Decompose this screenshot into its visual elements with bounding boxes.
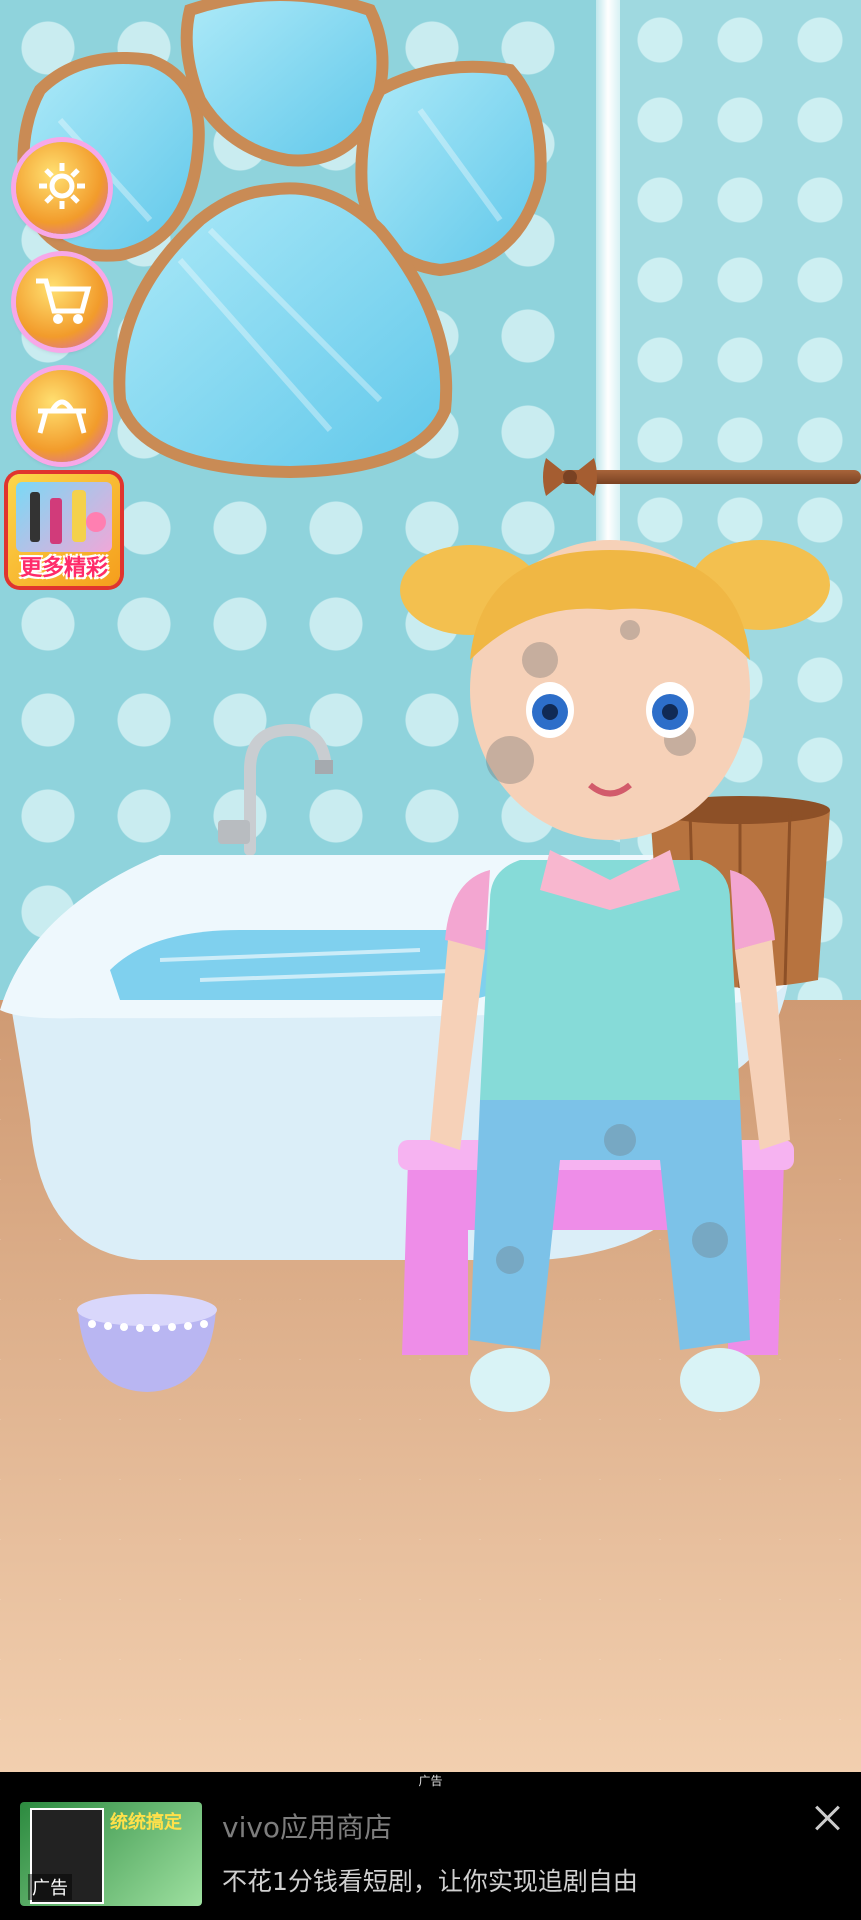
close-icon[interactable] [808, 1798, 848, 1838]
more-games-button[interactable]: 更多精彩 [8, 474, 120, 586]
rod-bow-ornament [540, 452, 600, 502]
faucet[interactable] [210, 710, 340, 860]
more-games-label: 更多精彩 [19, 556, 108, 581]
gear-icon [35, 159, 89, 217]
ad-title[interactable]: vivo应用商店 [222, 1806, 392, 1846]
table-icon [32, 389, 92, 443]
settings-button[interactable] [16, 142, 108, 234]
cart-icon [32, 273, 92, 331]
changing-table-button[interactable] [16, 370, 108, 462]
ad-tag: 广告 [418, 1774, 443, 1788]
banner-ad[interactable]: 广告 统统搞定 广告 vivo应用商店 不花1分钱看短剧，让你实现追剧自由 [0, 1772, 861, 1920]
dirty-baby-girl[interactable] [390, 540, 830, 1440]
ad-thumbnail[interactable]: 统统搞定 广告 [20, 1802, 202, 1906]
towel-rod [560, 470, 861, 484]
ad-badge: 广告 [28, 1874, 72, 1900]
game-scene: 更多精彩 [0, 0, 861, 1772]
ad-description[interactable]: 不花1分钱看短剧，让你实现追剧自由 [222, 1862, 638, 1898]
soap-bowl[interactable] [72, 1280, 222, 1400]
cosmetics-thumbnail [16, 482, 112, 552]
shop-button[interactable] [16, 256, 108, 348]
ad-thumb-slogan: 统统搞定 [110, 1812, 182, 1833]
